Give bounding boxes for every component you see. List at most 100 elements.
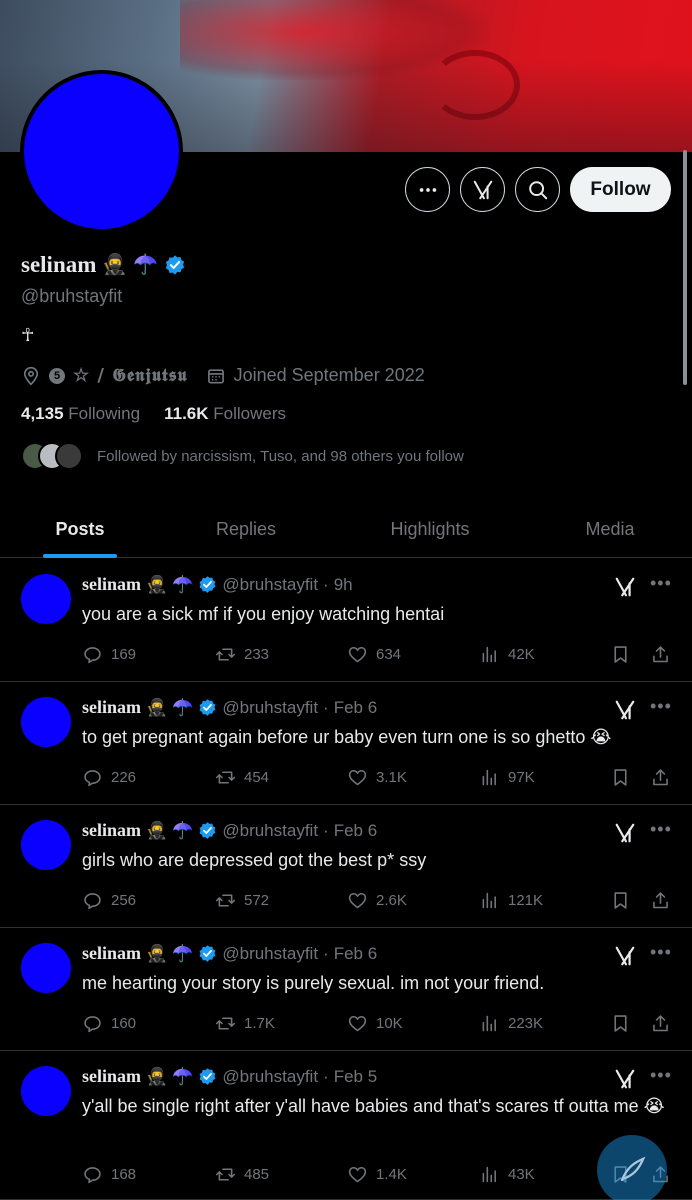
repost-button[interactable]: 233 <box>215 644 269 665</box>
reply-icon <box>82 1013 103 1034</box>
profile-avatar[interactable] <box>20 70 183 233</box>
verified-badge-icon <box>199 945 216 962</box>
like-button[interactable]: 1.4K <box>347 1164 407 1185</box>
verified-badge-icon <box>199 1068 216 1085</box>
post[interactable]: selinam 🥷 ☂️ @bruhstayfit · Feb 6 ••• to get pr… <box>0 683 692 805</box>
profile-tabs: Posts Replies Highlights Media <box>0 500 692 558</box>
like-button[interactable]: 10K <box>347 1013 403 1034</box>
followed-by-row[interactable]: Followed by narcissism, Tuso, and 98 oth… <box>21 442 464 470</box>
post-timestamp[interactable]: Feb 5 <box>334 1067 377 1087</box>
reply-button[interactable]: 160 <box>82 1013 136 1034</box>
like-button[interactable]: 2.6K <box>347 890 407 911</box>
following-link[interactable]: 4,135 Following <box>21 404 140 424</box>
post-avatar[interactable] <box>21 697 71 747</box>
reply-button[interactable]: 168 <box>82 1164 136 1185</box>
post[interactable]: selinam 🥷 ☂️ @bruhstayfit · 9h ••• you are a si… <box>0 560 692 682</box>
tab-highlights[interactable]: Highlights <box>332 500 528 558</box>
search-button[interactable] <box>515 167 560 212</box>
post-more-icon[interactable]: ••• <box>650 1065 672 1086</box>
ninja-emoji: 🥷 <box>146 820 168 840</box>
views-icon <box>479 1013 500 1034</box>
reply-count: 256 <box>111 892 137 909</box>
post-author-name[interactable]: selinam <box>82 943 141 964</box>
post-more-icon[interactable]: ••• <box>650 573 672 594</box>
like-button[interactable]: 634 <box>347 644 401 665</box>
post-timestamp[interactable]: 9h <box>334 575 353 595</box>
grok-button[interactable] <box>460 167 505 212</box>
post[interactable]: selinam 🥷 ☂️ @bruhstayfit · Feb 6 ••• girls who… <box>0 806 692 928</box>
followers-count: 11.6K <box>164 404 209 423</box>
tab-posts[interactable]: Posts <box>0 500 160 558</box>
post-author-name[interactable]: selinam <box>82 574 141 595</box>
post-text: girls who are depressed got the best p* … <box>82 850 427 870</box>
repost-count: 233 <box>244 646 270 663</box>
follow-button[interactable]: Follow <box>570 167 671 212</box>
repost-button[interactable]: 572 <box>215 890 269 911</box>
repost-button[interactable]: 485 <box>215 1164 269 1185</box>
post-author-name[interactable]: selinam <box>82 1066 141 1087</box>
post-header: selinam 🥷 ☂️ @bruhstayfit · Feb 6 <box>82 943 377 964</box>
post-avatar[interactable] <box>21 943 71 993</box>
reply-button[interactable]: 226 <box>82 767 136 788</box>
grok-icon[interactable] <box>614 699 636 721</box>
views-button[interactable]: 42K <box>479 644 535 665</box>
repost-button[interactable]: 1.7K <box>215 1013 275 1034</box>
views-button[interactable]: 121K <box>479 890 543 911</box>
bookmark-button[interactable] <box>610 767 631 788</box>
post-more-icon[interactable]: ••• <box>650 819 672 840</box>
reply-button[interactable]: 256 <box>82 890 136 911</box>
repost-count: 572 <box>244 892 270 909</box>
views-count: 42K <box>508 646 535 663</box>
followers-link[interactable]: 11.6K Followers <box>164 404 286 424</box>
share-button[interactable] <box>650 1013 671 1034</box>
views-button[interactable]: 97K <box>479 767 535 788</box>
post-author-handle: @bruhstayfit <box>222 820 319 840</box>
post-author-name[interactable]: selinam <box>82 697 141 718</box>
post[interactable]: selinam 🥷 ☂️ @bruhstayfit · Feb 6 ••• me hearti… <box>0 929 692 1051</box>
post-more-icon[interactable]: ••• <box>650 942 672 963</box>
post[interactable]: selinam 🥷 ☂️ @bruhstayfit · Feb 5 ••• y'all be … <box>0 1052 692 1200</box>
like-icon <box>347 767 368 788</box>
repost-button[interactable]: 454 <box>215 767 269 788</box>
umbrella-emoji: ☂️ <box>172 574 194 594</box>
bookmark-button[interactable] <box>610 890 631 911</box>
scrollbar[interactable] <box>683 150 687 385</box>
reply-button[interactable]: 169 <box>82 644 136 665</box>
share-button[interactable] <box>650 890 671 911</box>
post-avatar[interactable] <box>21 820 71 870</box>
views-button[interactable]: 43K <box>479 1164 535 1185</box>
repost-count: 1.7K <box>244 1015 275 1032</box>
post-avatar[interactable] <box>21 574 71 624</box>
post-timestamp[interactable]: Feb 6 <box>334 821 377 841</box>
verified-badge-icon <box>166 255 185 275</box>
grok-icon[interactable] <box>614 822 636 844</box>
bookmark-icon <box>610 644 631 665</box>
views-button[interactable]: 223K <box>479 1013 543 1034</box>
post-timestamp[interactable]: Feb 6 <box>334 944 377 964</box>
post-more-icon[interactable]: ••• <box>650 696 672 717</box>
like-count: 634 <box>376 646 402 663</box>
post-timestamp[interactable]: Feb 6 <box>334 698 377 718</box>
grok-icon[interactable] <box>614 1068 636 1090</box>
views-count: 43K <box>508 1166 535 1183</box>
compose-button[interactable] <box>597 1135 667 1200</box>
tab-replies[interactable]: Replies <box>160 500 332 558</box>
location-number-badge: 5 <box>49 367 65 384</box>
share-button[interactable] <box>650 644 671 665</box>
more-button[interactable] <box>405 167 450 212</box>
repost-count: 454 <box>244 769 270 786</box>
bookmark-button[interactable] <box>610 644 631 665</box>
post-author-name[interactable]: selinam <box>82 820 141 841</box>
repost-icon <box>215 767 236 788</box>
tab-media[interactable]: Media <box>528 500 692 558</box>
post-actions: 256 572 2.6K 121K <box>82 890 674 914</box>
like-icon <box>347 1164 368 1185</box>
post-avatar[interactable] <box>21 1066 71 1116</box>
grok-icon[interactable] <box>614 576 636 598</box>
bookmark-button[interactable] <box>610 1013 631 1034</box>
grok-icon[interactable] <box>614 945 636 967</box>
like-button[interactable]: 3.1K <box>347 767 407 788</box>
repost-count: 485 <box>244 1166 270 1183</box>
post-author-handle: @bruhstayfit <box>222 943 319 963</box>
share-button[interactable] <box>650 767 671 788</box>
